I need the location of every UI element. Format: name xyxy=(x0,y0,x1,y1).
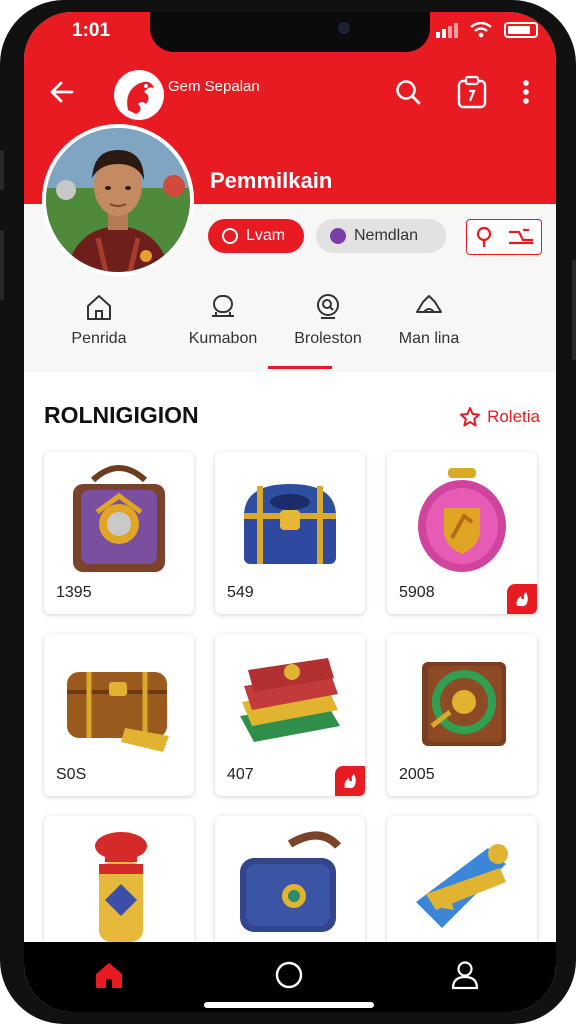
purple-bag-image xyxy=(73,465,165,572)
wifi-icon xyxy=(470,22,492,38)
more-vertical-icon xyxy=(523,80,529,104)
fire-icon xyxy=(344,774,356,789)
item-badge xyxy=(335,766,365,796)
tab-broleston[interactable]: Broleston xyxy=(273,282,383,368)
section-title: ROLNIGIGION xyxy=(44,402,199,428)
tab-label: Penrida xyxy=(71,330,127,347)
blue-satchel-image xyxy=(240,831,341,932)
side-button xyxy=(0,230,4,300)
member-pill[interactable]: Nemdlan xyxy=(316,219,446,253)
avatar[interactable] xyxy=(42,124,194,276)
item-price: 1395 xyxy=(56,584,92,601)
clipboard-icon xyxy=(457,75,487,109)
red-pillar-image xyxy=(95,832,147,942)
front-camera xyxy=(338,22,350,34)
profile-name: Pemmilkain xyxy=(210,168,333,193)
item-card[interactable]: 1395 xyxy=(44,452,194,614)
filter-button[interactable] xyxy=(466,219,542,255)
item-card[interactable]: S0S xyxy=(44,634,194,796)
more-button[interactable] xyxy=(512,72,540,112)
book-stack-image xyxy=(240,658,340,742)
phone-frame: 1:01 Gem Sepalan Pemmilkain Lvam Nemdlan… xyxy=(0,0,576,1024)
battery-icon xyxy=(504,22,538,38)
filter-lines-icon xyxy=(508,228,533,245)
hat-icon xyxy=(416,295,442,313)
user-icon xyxy=(451,961,479,990)
dragon-logo-icon xyxy=(127,81,154,114)
profile-photo xyxy=(46,128,190,272)
brown-trunk-image xyxy=(67,672,169,752)
level-pill[interactable]: Lvam xyxy=(208,219,304,253)
blue-horn-image xyxy=(416,844,508,928)
back-button[interactable] xyxy=(42,72,82,112)
arrow-left-icon xyxy=(50,81,74,103)
item-badge xyxy=(507,584,537,614)
notch xyxy=(150,12,430,52)
brand-name: Gem Sepalan xyxy=(168,78,260,95)
status-time: 1:01 xyxy=(72,20,111,41)
tab-penrida[interactable]: Penrida xyxy=(44,282,154,368)
tab-kumabon[interactable]: Kumabon xyxy=(168,282,278,368)
lamp-icon xyxy=(212,295,234,317)
section-link[interactable]: Roletia xyxy=(459,406,540,428)
search-icon xyxy=(396,80,421,105)
tab-label: Man lina xyxy=(398,330,460,347)
item-price: 549 xyxy=(227,584,254,601)
pink-shield-orb-image xyxy=(418,468,506,572)
nav-home[interactable] xyxy=(92,958,126,992)
search-button[interactable] xyxy=(388,72,428,112)
blue-chest-image xyxy=(244,484,336,564)
pin-icon xyxy=(476,226,491,247)
tab-man-lina[interactable]: Man lina xyxy=(374,282,484,368)
top-app-bar: Gem Sepalan xyxy=(24,64,556,120)
item-price: 5908 xyxy=(399,584,435,601)
nav-profile[interactable] xyxy=(448,958,482,992)
status-icons xyxy=(436,22,538,38)
fire-icon xyxy=(516,592,528,607)
side-button xyxy=(0,150,4,190)
search-circle-icon xyxy=(317,294,339,319)
pill-label: Lvam xyxy=(246,227,286,244)
clipboard-button[interactable] xyxy=(452,70,492,114)
signal-icon xyxy=(436,22,458,38)
tab-label: Broleston xyxy=(294,330,362,347)
content-area: ROLNIGIGION Roletia 1395 549 5908 S0S 40… xyxy=(24,372,556,978)
app-screen: 1:01 Gem Sepalan Pemmilkain Lvam Nemdlan… xyxy=(24,12,556,1012)
home-outline-icon xyxy=(87,295,111,320)
item-price: 407 xyxy=(227,766,254,783)
tab-label: Kumabon xyxy=(188,330,258,347)
home-indicator[interactable] xyxy=(204,1002,374,1008)
green-tome-image xyxy=(422,662,506,746)
star-outline-icon xyxy=(460,407,481,427)
pill-label: Nemdlan xyxy=(354,227,419,244)
item-card[interactable]: 549 xyxy=(215,452,365,614)
section-link-label: Roletia xyxy=(487,407,540,426)
target-icon xyxy=(222,228,238,244)
home-icon xyxy=(96,963,122,988)
item-card[interactable]: 2005 xyxy=(387,634,537,796)
brand-logo xyxy=(114,70,164,120)
item-price: 2005 xyxy=(399,766,435,783)
item-card[interactable]: 5908 xyxy=(387,452,537,614)
side-button xyxy=(572,260,576,360)
active-tab-indicator xyxy=(268,366,332,369)
item-card[interactable]: 407 xyxy=(215,634,365,796)
tab-bar: Penrida Kumabon Broleston Man lina xyxy=(44,282,544,372)
item-price: S0S xyxy=(56,766,87,783)
nav-center[interactable] xyxy=(272,958,306,992)
purple-badge-icon xyxy=(330,228,346,244)
circle-icon xyxy=(275,961,303,989)
